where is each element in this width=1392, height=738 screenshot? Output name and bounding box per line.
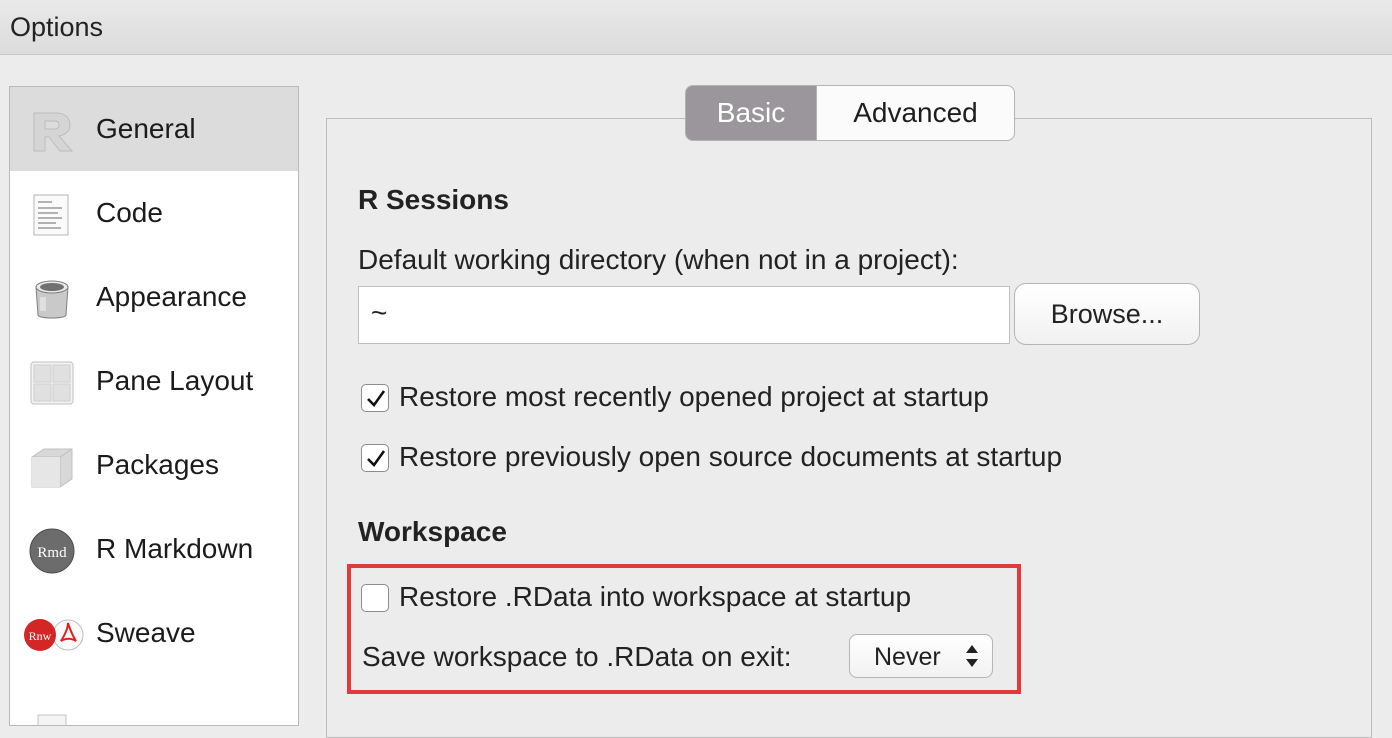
sidebar-item-label: Code [96,197,163,228]
restore-project-label: Restore most recently opened project at … [399,381,989,412]
paint-bucket-icon [28,275,76,323]
workspace-heading: Workspace [358,516,507,547]
sidebar-item-pane-layout[interactable]: Pane Layout [10,339,298,423]
save-workspace-select[interactable]: Never [849,634,993,678]
checkmark-icon [367,390,386,408]
code-document-icon [28,191,76,239]
working-dir-label: Default working directory (when not in a… [358,244,959,275]
options-sidebar: General Code Appearance Pane Layout Pack… [9,86,299,726]
window-title: Options [10,12,104,42]
browse-button[interactable]: Browse... [1014,283,1200,345]
partial-icon [28,695,76,725]
restore-project-checkbox[interactable] [361,384,389,412]
tab-advanced[interactable]: Advanced [817,85,1015,141]
rmd-icon: Rmd [28,527,76,575]
restore-rdata-label: Restore .RData into workspace at startup [399,581,912,612]
sidebar-item-label: Packages [96,449,219,480]
pane-grid-icon [28,359,76,407]
svg-text:Rmd: Rmd [37,545,67,561]
sidebar-item-label: General [96,113,196,144]
sidebar-item-packages[interactable]: Packages [10,423,298,507]
sidebar-item-more[interactable] [10,675,298,725]
sidebar-item-label: Sweave [96,617,196,648]
tab-basic[interactable]: Basic [685,85,817,141]
select-value: Never [874,643,941,671]
package-box-icon [28,443,76,491]
sidebar-item-label: Pane Layout [96,365,254,396]
sidebar-item-appearance[interactable]: Appearance [10,255,298,339]
checkmark-icon [367,450,386,468]
sidebar-item-general[interactable]: General [10,87,298,171]
r-logo-icon [28,107,76,155]
tab-bar: Basic Advanced [685,85,1015,141]
sidebar-item-code[interactable]: Code [10,171,298,255]
sidebar-item-r-markdown[interactable]: Rmd R Markdown [10,507,298,591]
sweave-pdf-icon: Rnw [18,611,84,659]
working-dir-input[interactable]: ~ [358,286,1010,344]
sidebar-item-label: R Markdown [96,533,254,564]
r-sessions-heading: R Sessions [358,184,509,215]
title-bar: Options [0,0,1392,55]
sidebar-item-label: Appearance [96,281,248,312]
restore-docs-label: Restore previously open source documents… [399,441,1063,472]
svg-text:Rnw: Rnw [29,629,52,643]
restore-docs-checkbox[interactable] [361,444,389,472]
save-workspace-label: Save workspace to .RData on exit: [362,641,792,672]
sidebar-item-sweave[interactable]: Rnw Sweave [10,591,298,675]
up-down-arrows-icon [966,645,978,667]
restore-rdata-checkbox[interactable] [361,584,389,612]
